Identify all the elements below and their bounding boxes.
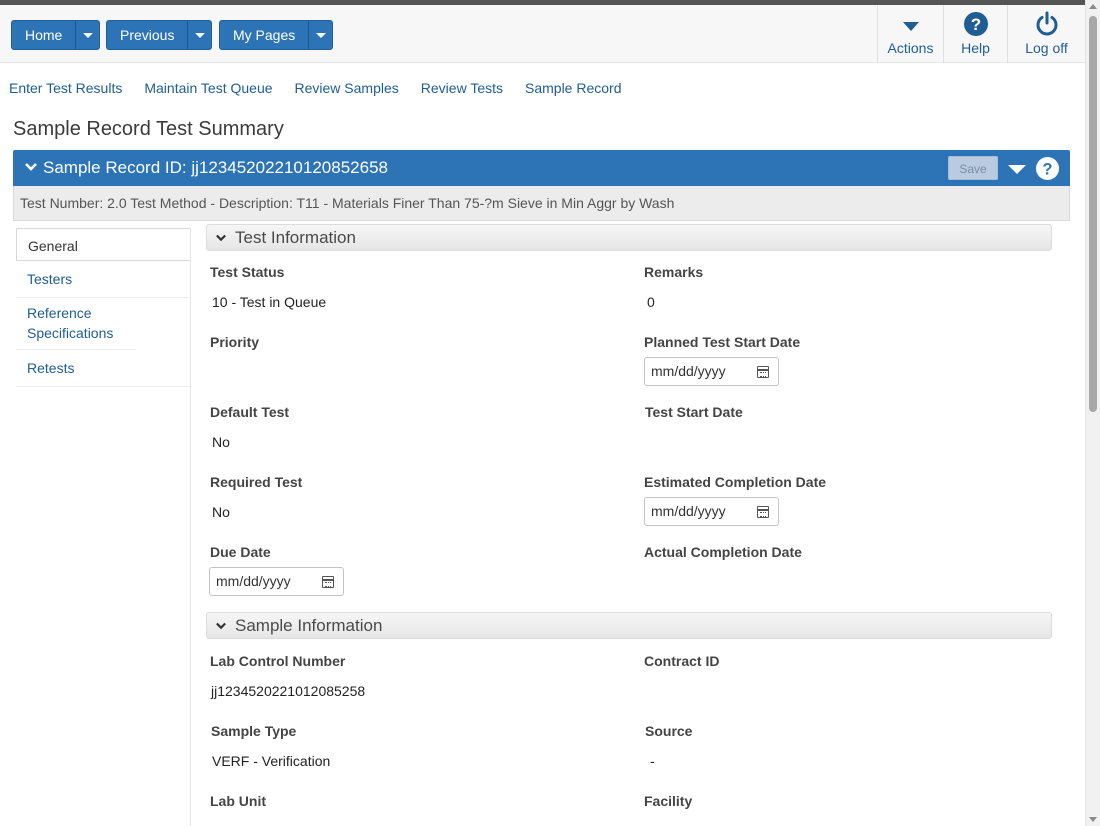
- power-icon: [1036, 11, 1057, 36]
- required-test-value: No: [212, 504, 230, 520]
- priority-label: Priority: [210, 334, 260, 350]
- side-menu-reference-specifications[interactable]: Reference Specifications: [16, 298, 136, 350]
- app-header: Home Previous My Pages Actions ? Help Lo…: [0, 5, 1085, 63]
- link-review-samples[interactable]: Review Samples: [295, 80, 399, 96]
- content-divider: [190, 228, 191, 826]
- test-information-title: Test Information: [235, 228, 356, 247]
- date-placeholder: mm/dd/yyyy: [651, 363, 726, 379]
- side-menu-retests[interactable]: Retests: [16, 350, 191, 387]
- lab-unit-label: Lab Unit: [210, 793, 266, 809]
- required-test-label: Required Test: [210, 474, 303, 490]
- side-menu: General Testers Reference Specifications…: [16, 228, 191, 387]
- date-placeholder: mm/dd/yyyy: [216, 573, 291, 589]
- previous-button[interactable]: Previous: [107, 21, 187, 49]
- actual-completion-label: Actual Completion Date: [644, 544, 802, 560]
- calendar-icon[interactable]: [757, 366, 769, 378]
- mypages-dropdown-toggle[interactable]: [308, 21, 332, 49]
- logoff-button[interactable]: Log off: [1007, 5, 1085, 63]
- chevron-down-icon: [194, 32, 205, 38]
- calendar-icon[interactable]: [322, 576, 334, 588]
- default-test-value: No: [212, 434, 230, 450]
- logoff-label: Log off: [1025, 40, 1068, 56]
- link-maintain-test-queue[interactable]: Maintain Test Queue: [144, 80, 272, 96]
- sample-type-value: VERF - Verification: [212, 753, 331, 769]
- side-menu-testers[interactable]: Testers: [16, 261, 191, 298]
- chevron-down-icon: [82, 32, 93, 38]
- sample-type-label: Sample Type: [211, 723, 297, 739]
- due-date-label: Due Date: [210, 544, 271, 560]
- due-date-input[interactable]: mm/dd/yyyy: [209, 567, 344, 596]
- sample-information-header[interactable]: Sample Information: [206, 612, 1052, 639]
- quick-links: Enter Test Results Maintain Test Queue R…: [9, 80, 644, 96]
- test-information-header[interactable]: Test Information: [206, 224, 1052, 251]
- home-dropdown-toggle[interactable]: [75, 21, 99, 49]
- source-value: -: [650, 753, 655, 769]
- lab-control-value: jj12345202210120852​58: [211, 683, 366, 699]
- actions-button[interactable]: Actions: [877, 5, 943, 63]
- test-status-label: Test Status: [210, 264, 285, 280]
- help-icon[interactable]: ?: [1035, 156, 1060, 181]
- scrollbar-thumb[interactable]: [1089, 16, 1097, 412]
- svg-text:?: ?: [970, 15, 980, 34]
- record-title: Sample Record ID: jj1234520221012085265​…: [43, 158, 388, 177]
- contract-id-label: Contract ID: [644, 653, 720, 669]
- lab-control-label: Lab Control Number: [210, 653, 346, 669]
- date-placeholder: mm/dd/yyyy: [651, 503, 726, 519]
- previous-dropdown-toggle[interactable]: [187, 21, 211, 49]
- record-menu-icon[interactable]: [1008, 165, 1026, 174]
- estimated-completion-date-input[interactable]: mm/dd/yyyy: [644, 497, 779, 526]
- default-test-label: Default Test: [210, 404, 290, 420]
- svg-text:?: ?: [1043, 160, 1053, 178]
- calendar-icon[interactable]: [757, 506, 769, 518]
- scroll-down-icon[interactable]: [1089, 817, 1097, 822]
- source-label: Source: [645, 723, 693, 739]
- estimated-completion-label: Estimated Completion Date: [644, 474, 827, 490]
- help-button[interactable]: ? Help: [943, 5, 1007, 63]
- actions-label: Actions: [887, 40, 934, 56]
- planned-start-date-input[interactable]: mm/dd/yyyy: [644, 357, 779, 386]
- previous-split-button[interactable]: Previous: [106, 20, 213, 50]
- chevron-down-icon: [216, 234, 226, 242]
- record-header-bar: Sample Record ID: jj1234520221012085265​…: [13, 150, 1070, 186]
- chevron-down-icon[interactable]: [24, 161, 38, 173]
- link-sample-record[interactable]: Sample Record: [525, 80, 622, 96]
- side-menu-general[interactable]: General: [16, 228, 191, 261]
- remarks-label: Remarks: [644, 264, 704, 280]
- mypages-split-button[interactable]: My Pages: [219, 20, 334, 50]
- planned-start-label: Planned Test Start Date: [644, 334, 801, 350]
- remarks-value: 0: [647, 294, 655, 310]
- mypages-button[interactable]: My Pages: [220, 21, 308, 49]
- home-button[interactable]: Home: [12, 21, 75, 49]
- sample-information-title: Sample Information: [235, 616, 383, 635]
- test-status-value: 10 - Test in Queue: [212, 294, 327, 310]
- help-label: Help: [961, 40, 990, 56]
- test-description: Test Number: 2.0 Test Method - Descripti…: [13, 186, 1070, 221]
- caret-down-icon: [902, 22, 919, 31]
- page-title: Sample Record Test Summary: [13, 118, 284, 140]
- scroll-up-icon[interactable]: [1089, 4, 1097, 9]
- facility-label: Facility: [644, 793, 693, 809]
- test-start-label: Test Start Date: [645, 404, 743, 420]
- link-enter-test-results[interactable]: Enter Test Results: [9, 80, 122, 96]
- vertical-scrollbar[interactable]: [1085, 0, 1100, 826]
- chevron-down-icon: [216, 622, 226, 630]
- link-review-tests[interactable]: Review Tests: [421, 80, 503, 96]
- save-button[interactable]: Save: [948, 156, 998, 180]
- help-icon: ?: [963, 12, 988, 36]
- chevron-down-icon: [315, 32, 326, 38]
- home-split-button[interactable]: Home: [11, 20, 101, 50]
